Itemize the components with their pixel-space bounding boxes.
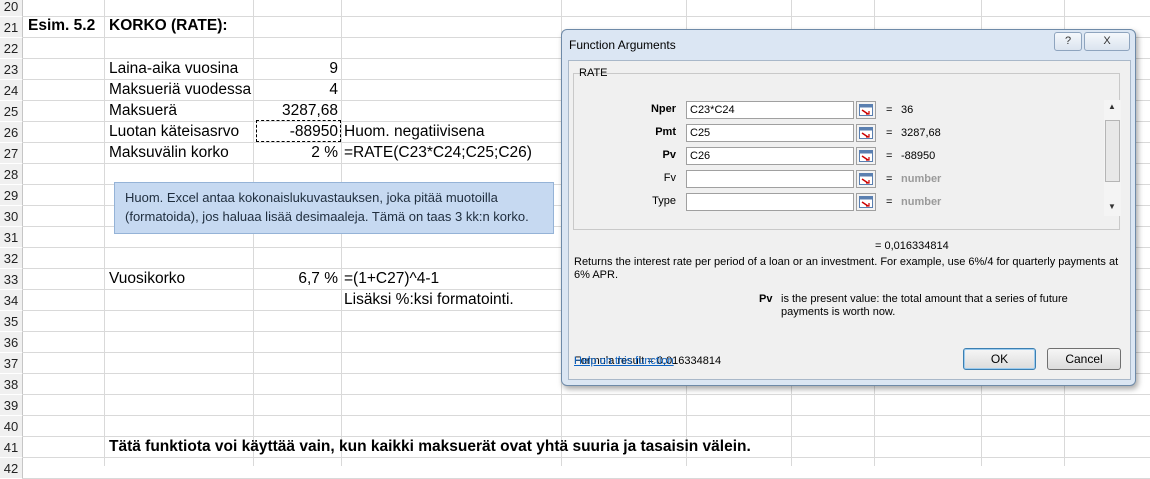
collapse-dialog-icon[interactable]: [856, 124, 876, 142]
dialog-title: Function Arguments: [569, 38, 676, 52]
footer-note: Tätä funktiota voi käyttää vain, kun kai…: [109, 438, 751, 455]
nper-input[interactable]: C23*C24: [686, 101, 854, 119]
arguments-scrollbar[interactable]: ▲ ▼: [1104, 100, 1121, 216]
arg-label-fv: Fv: [663, 172, 676, 184]
row-header[interactable]: 23: [0, 59, 23, 79]
row-header[interactable]: 27: [0, 143, 23, 163]
pv-arg-name: Pv: [759, 293, 773, 305]
laina-label: Laina-aika vuosina: [109, 60, 239, 77]
row-header[interactable]: 41: [0, 437, 23, 457]
pmt-input[interactable]: C25: [686, 124, 854, 142]
scroll-down-icon[interactable]: ▼: [1108, 202, 1116, 211]
arg-label-pmt: Pmt: [655, 126, 676, 138]
function-arguments-dialog[interactable]: Function Arguments ? X Nper C23*C24 = 36…: [561, 29, 1136, 386]
arg-label-type: Type: [652, 195, 676, 207]
row-header[interactable]: 22: [0, 38, 23, 58]
arg-label-pv: Pv: [662, 149, 676, 161]
fv-input[interactable]: [686, 170, 854, 188]
row-header[interactable]: 37: [0, 353, 23, 373]
maksueria-value[interactable]: 4: [256, 79, 338, 100]
row-header[interactable]: 38: [0, 374, 23, 394]
pmt-result: 3287,68: [901, 127, 941, 139]
ok-button[interactable]: OK: [963, 348, 1036, 370]
row-header[interactable]: 42: [0, 458, 23, 478]
collapse-dialog-icon[interactable]: [856, 193, 876, 211]
type-result: number: [901, 196, 942, 208]
row-header[interactable]: 33: [0, 269, 23, 289]
laina-value[interactable]: 9: [256, 58, 338, 79]
example-label: Esim. 5.2: [28, 17, 96, 34]
kateis-value-cell[interactable]: -88950: [256, 120, 341, 142]
vuosikorko-value[interactable]: 6,7 %: [256, 268, 338, 289]
total-result: = 0,016334814: [875, 240, 949, 252]
row-header[interactable]: 35: [0, 311, 23, 331]
maksuera-value[interactable]: 3287,68: [256, 100, 338, 121]
row-header[interactable]: 26: [0, 122, 23, 142]
scroll-up-icon[interactable]: ▲: [1108, 102, 1116, 111]
lisaksi-note: Lisäksi %:ksi formatointi.: [344, 291, 514, 308]
type-eq: =: [886, 196, 893, 208]
kateis-note: Huom. negatiivisena: [344, 123, 485, 140]
row-gridline: [22, 394, 1150, 395]
pv-result: -88950: [901, 150, 936, 162]
row-header[interactable]: 29: [0, 185, 23, 205]
function-description: Returns the interest rate per period of …: [574, 256, 1119, 281]
arguments-group: Nper C23*C24 = 36 Pmt C25 = 3287,68 Pv C…: [573, 73, 1121, 230]
pv-arg-description: is the present value: the total amount t…: [781, 293, 1068, 318]
pv-input[interactable]: C26: [686, 147, 854, 165]
korko-formula: =RATE(C23*C24;C25;C26): [344, 144, 532, 161]
note-box[interactable]: Huom. Excel antaa kokonaislukuvastauksen…: [114, 182, 554, 234]
row-header[interactable]: 25: [0, 101, 23, 121]
row-header[interactable]: 34: [0, 290, 23, 310]
column-gridline: [104, 0, 105, 466]
close-button[interactable]: X: [1084, 32, 1130, 51]
help-button[interactable]: ?: [1054, 32, 1082, 51]
function-name: RATE: [579, 67, 608, 79]
type-input[interactable]: [686, 193, 854, 211]
kateis-label: Luotan käteisasrvo: [109, 123, 240, 140]
vuosikorko-label: Vuosikorko: [109, 270, 186, 287]
row-header[interactable]: 39: [0, 395, 23, 415]
row-header[interactable]: 30: [0, 206, 23, 226]
help-on-function-link[interactable]: Help on this function: [574, 355, 674, 367]
row-header[interactable]: 28: [0, 164, 23, 184]
dialog-body: Nper C23*C24 = 36 Pmt C25 = 3287,68 Pv C…: [568, 60, 1131, 380]
row-gridline: [22, 415, 1150, 416]
row-gridline: [22, 457, 1150, 458]
cancel-button[interactable]: Cancel: [1047, 348, 1121, 370]
korko-label: Maksuvälin korko: [109, 144, 229, 161]
row-header[interactable]: 20: [0, 0, 23, 16]
collapse-dialog-icon[interactable]: [856, 101, 876, 119]
pv-eq: =: [886, 150, 893, 162]
korko-value[interactable]: 2 %: [256, 142, 338, 163]
maksuera-label: Maksuerä: [109, 102, 178, 119]
scrollbar-thumb[interactable]: [1105, 120, 1120, 182]
nper-eq: =: [886, 104, 893, 116]
sheet-title: KORKO (RATE):: [109, 17, 228, 34]
row-header[interactable]: 36: [0, 332, 23, 352]
maksueria-label: Maksueriä vuodessa: [109, 81, 252, 98]
row-header[interactable]: 24: [0, 80, 23, 100]
row-header[interactable]: 21: [0, 17, 23, 37]
pmt-eq: =: [886, 127, 893, 139]
vuosikorko-formula: =(1+C27)^4-1: [344, 270, 440, 287]
row-header[interactable]: 31: [0, 227, 23, 247]
collapse-dialog-icon[interactable]: [856, 170, 876, 188]
arg-label-nper: Nper: [650, 103, 676, 115]
row-header[interactable]: 40: [0, 416, 23, 436]
fv-eq: =: [886, 173, 893, 185]
nper-result: 36: [901, 104, 914, 116]
row-header[interactable]: 32: [0, 248, 23, 268]
collapse-dialog-icon[interactable]: [856, 147, 876, 165]
fv-result: number: [901, 173, 942, 185]
